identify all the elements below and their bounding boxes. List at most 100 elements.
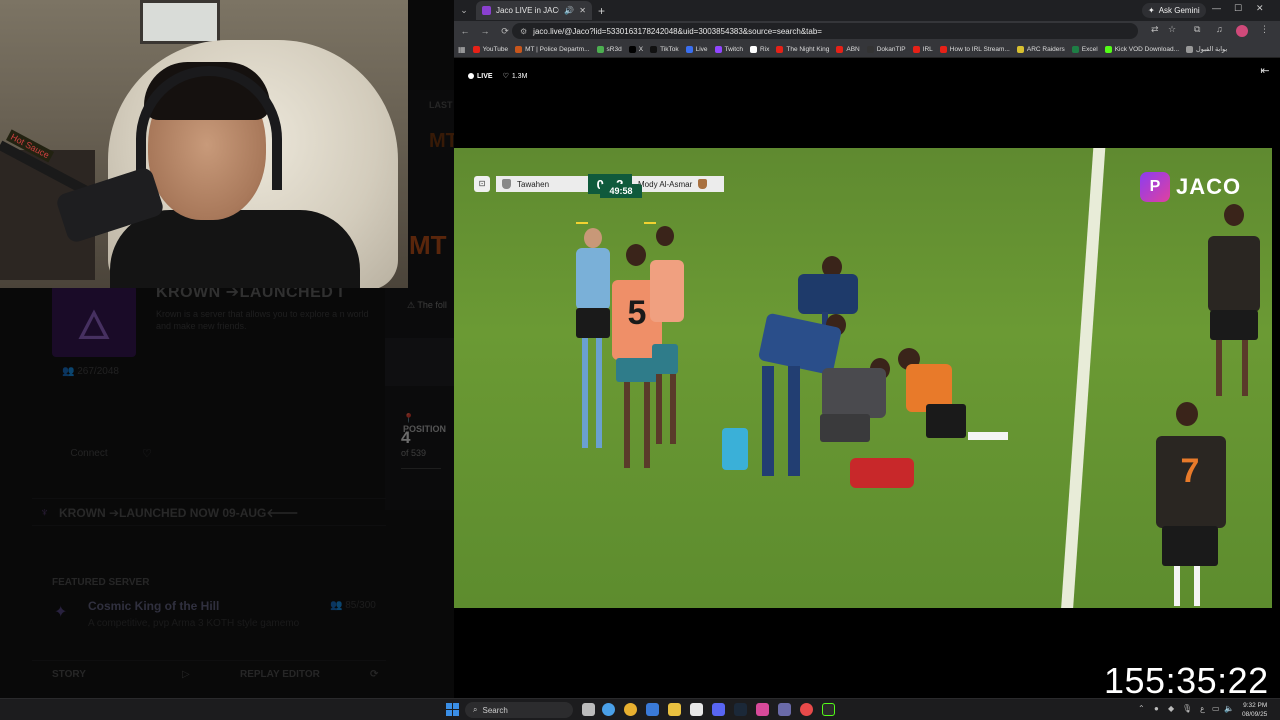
live-video-player[interactable]: ⊡ Tawahen 0-2 Mody Al-Asmar 49:58 P JACO bbox=[454, 148, 1272, 608]
tab-jaco-live[interactable]: Jaco LIVE in JACO - JACO 🔊 ✕ bbox=[476, 1, 592, 20]
taskbar-search[interactable]: ⌕ Search bbox=[465, 702, 573, 718]
minimize-button[interactable]: — bbox=[1212, 3, 1221, 13]
browser-window: ⌄ Jaco LIVE in JACO - JACO 🔊 ✕ + ✦Ask Ge… bbox=[454, 0, 1280, 698]
bookmark-star-icon[interactable]: ☆ bbox=[1168, 24, 1176, 35]
jaco-favicon-icon bbox=[482, 6, 491, 15]
site-info-icon[interactable]: ⚙ bbox=[520, 27, 527, 36]
media-icon[interactable]: ♫ bbox=[1216, 24, 1223, 34]
apps-grid-icon[interactable]: ▦ bbox=[458, 45, 466, 54]
bookmark-item[interactable]: بوابة القبول bbox=[1186, 45, 1227, 53]
warning-text: The foll bbox=[417, 300, 447, 310]
network-icon[interactable]: ▭ bbox=[1212, 704, 1220, 713]
translate-icon[interactable]: ⇄ bbox=[1151, 24, 1159, 35]
story-button[interactable]: STORY bbox=[52, 669, 86, 680]
tray-overflow-icon[interactable]: ⌃ bbox=[1138, 704, 1145, 713]
address-bar[interactable]: ⚙ jaco.live/@Jaco?lid=5330163178242048&u… bbox=[512, 23, 1138, 39]
refresh-icon[interactable]: ⟳ bbox=[370, 669, 378, 680]
home-crest-icon bbox=[502, 179, 511, 189]
obs-icon[interactable] bbox=[800, 703, 813, 716]
bookmark-favicon-icon bbox=[515, 45, 523, 53]
steam-icon[interactable] bbox=[734, 703, 747, 716]
bookmark-item[interactable]: DokanTIP bbox=[866, 45, 906, 53]
bookmark-item[interactable]: sR3d bbox=[596, 45, 622, 53]
chrome-icon[interactable] bbox=[624, 703, 637, 716]
discord-icon[interactable] bbox=[712, 703, 725, 716]
maximize-button[interactable]: ☐ bbox=[1234, 3, 1242, 14]
server-description: Krown is a server that allows you to exp… bbox=[156, 309, 369, 331]
task-view-icon[interactable] bbox=[582, 703, 595, 716]
connect-button[interactable]: Connect bbox=[52, 444, 126, 464]
featured-server-description: A competitive, pvp Arma 3 KOTH style gam… bbox=[88, 618, 300, 629]
bookmark-label: Excel bbox=[1081, 45, 1098, 53]
volume-icon[interactable]: 🔈 bbox=[1224, 704, 1234, 713]
bookmark-label: IRL bbox=[922, 45, 933, 53]
windows-start-icon[interactable] bbox=[446, 703, 459, 716]
taskbar-clock[interactable]: 9:32 PM 08/09/25 bbox=[1242, 701, 1267, 719]
extensions-icon[interactable]: ⧉ bbox=[1194, 24, 1200, 35]
bookmark-item[interactable]: MT | Police Departm... bbox=[515, 45, 590, 53]
bookmark-item[interactable]: YouTube bbox=[472, 45, 508, 53]
launcher-bottom-bar: STORY ▷ REPLAY EDITOR ⟳ bbox=[32, 660, 386, 688]
bookmark-item[interactable]: ARC Raiders bbox=[1016, 45, 1065, 53]
play-icon[interactable]: ▷ bbox=[182, 669, 190, 680]
bookmark-item[interactable]: ABN bbox=[836, 45, 860, 53]
tray-app2-icon[interactable]: ◆ bbox=[1168, 704, 1174, 713]
speaker-icon[interactable]: 🔊 bbox=[564, 6, 574, 15]
bookmark-item[interactable]: Twitch bbox=[714, 45, 743, 53]
mail-icon[interactable] bbox=[646, 703, 659, 716]
back-icon[interactable]: ← bbox=[460, 26, 470, 36]
bookmark-item[interactable]: How to IRL Stream... bbox=[939, 45, 1010, 53]
bookmark-label: Twitch bbox=[724, 45, 743, 53]
home-team: Tawahen bbox=[496, 176, 588, 192]
mt-logo-large: MT bbox=[409, 230, 447, 260]
new-tab-button[interactable]: + bbox=[598, 4, 605, 18]
match-clock: 49:58 bbox=[600, 184, 642, 198]
app-icon[interactable] bbox=[756, 703, 769, 716]
bookmark-item[interactable]: IRL bbox=[912, 45, 933, 53]
reload-icon[interactable]: ⟳ bbox=[500, 26, 510, 37]
language-indicator[interactable]: ع bbox=[1200, 704, 1205, 713]
chat-panel-toggle-icon[interactable]: ⇤ bbox=[1256, 64, 1274, 80]
queue-box[interactable] bbox=[385, 338, 454, 386]
bookmark-item[interactable]: TikTok bbox=[650, 45, 679, 53]
microphone-icon[interactable]: 🎙 bbox=[1182, 704, 1192, 713]
divider bbox=[401, 468, 441, 469]
launcher-app-icon[interactable] bbox=[778, 703, 791, 716]
tab-search-icon[interactable]: ⌄ bbox=[454, 5, 474, 16]
tab-strip: ⌄ Jaco LIVE in JACO - JACO 🔊 ✕ + ✦Ask Ge… bbox=[454, 0, 1280, 21]
jaco-watermark: P JACO bbox=[1140, 172, 1241, 202]
bookmark-item[interactable]: The Night King bbox=[776, 45, 829, 53]
edge-icon[interactable] bbox=[602, 703, 615, 716]
tab-close-icon[interactable]: ✕ bbox=[579, 6, 586, 15]
announcement-banner[interactable]: ♆ KROWN ➔LAUNCHED NOW 09-AUG🡐 bbox=[32, 498, 386, 526]
close-window-button[interactable]: ✕ bbox=[1256, 3, 1264, 14]
bookmark-item[interactable]: X bbox=[628, 45, 643, 53]
pitch-sideline bbox=[1060, 148, 1106, 608]
forward-icon[interactable]: → bbox=[480, 26, 490, 36]
bookmark-label: Rix bbox=[759, 45, 770, 53]
camera-icon: ⊡ bbox=[474, 176, 490, 192]
medical-cooler bbox=[722, 428, 748, 470]
bookmark-favicon-icon bbox=[912, 45, 920, 53]
file-explorer-icon[interactable] bbox=[668, 703, 681, 716]
bookmark-item[interactable]: Kick VOD Download... bbox=[1104, 45, 1179, 53]
bookmark-item[interactable]: Excel bbox=[1071, 45, 1098, 53]
replay-editor-button[interactable]: REPLAY EDITOR bbox=[240, 669, 320, 680]
featured-server-count: 👥 85/300 bbox=[330, 600, 376, 611]
bookmark-item[interactable]: Live bbox=[685, 45, 708, 53]
ask-gemini-button[interactable]: ✦ Ask Gemini bbox=[1142, 3, 1206, 18]
clock-time: 9:32 PM bbox=[1243, 702, 1268, 709]
tray-app-icon[interactable]: ● bbox=[1154, 704, 1159, 713]
clock-date: 08/09/25 bbox=[1242, 711, 1268, 718]
featured-server-name[interactable]: Cosmic King of the Hill bbox=[88, 599, 219, 613]
profile-avatar[interactable] bbox=[1236, 25, 1248, 37]
bookmark-item[interactable]: Rix bbox=[749, 45, 770, 53]
scoreboard: ⊡ Tawahen 0-2 Mody Al-Asmar 49:58 bbox=[474, 174, 724, 224]
bookmark-favicon-icon bbox=[776, 45, 784, 53]
favorite-heart-icon[interactable]: ♡ bbox=[142, 447, 152, 460]
bookmark-favicon-icon bbox=[866, 45, 874, 53]
terminal-icon[interactable] bbox=[822, 703, 835, 716]
menu-kebab-icon[interactable]: ⋮ bbox=[1260, 24, 1269, 35]
calendar-icon[interactable] bbox=[690, 703, 703, 716]
last-played-label: LAST bbox=[429, 100, 453, 110]
